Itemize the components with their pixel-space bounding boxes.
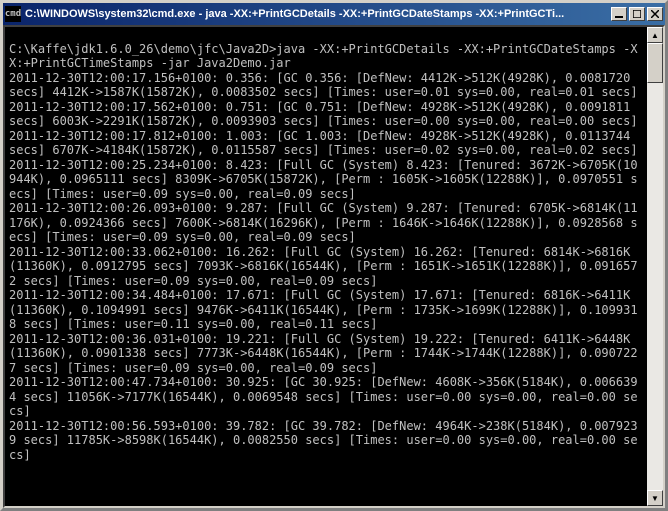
close-button[interactable] — [647, 7, 663, 21]
cmd-window: cmd C:\WINDOWS\system32\cmd.exe - java -… — [0, 0, 668, 511]
terminal-output[interactable]: C:\Kaffe\jdk1.6.0_26\demo\jfc\Java2D>jav… — [5, 27, 647, 506]
scroll-up-button[interactable]: ▲ — [647, 27, 663, 43]
close-icon — [651, 10, 659, 18]
window-title: C:\WINDOWS\system32\cmd.exe - java -XX:+… — [25, 8, 611, 20]
minimize-button[interactable] — [611, 7, 627, 21]
minimize-icon — [615, 10, 623, 18]
scrollbar-track[interactable] — [647, 43, 663, 490]
cmd-icon-label: cmd — [5, 9, 21, 19]
arrow-up-icon: ▲ — [651, 31, 659, 40]
maximize-button[interactable] — [629, 7, 645, 21]
window-buttons — [611, 7, 663, 21]
title-bar[interactable]: cmd C:\WINDOWS\system32\cmd.exe - java -… — [3, 3, 665, 25]
cmd-icon: cmd — [5, 6, 21, 22]
terminal-area: C:\Kaffe\jdk1.6.0_26\demo\jfc\Java2D>jav… — [3, 25, 665, 508]
maximize-icon — [633, 10, 641, 18]
arrow-down-icon: ▼ — [651, 494, 659, 503]
scroll-down-button[interactable]: ▼ — [647, 490, 663, 506]
vertical-scrollbar[interactable]: ▲ ▼ — [647, 27, 663, 506]
scrollbar-thumb[interactable] — [647, 43, 663, 83]
